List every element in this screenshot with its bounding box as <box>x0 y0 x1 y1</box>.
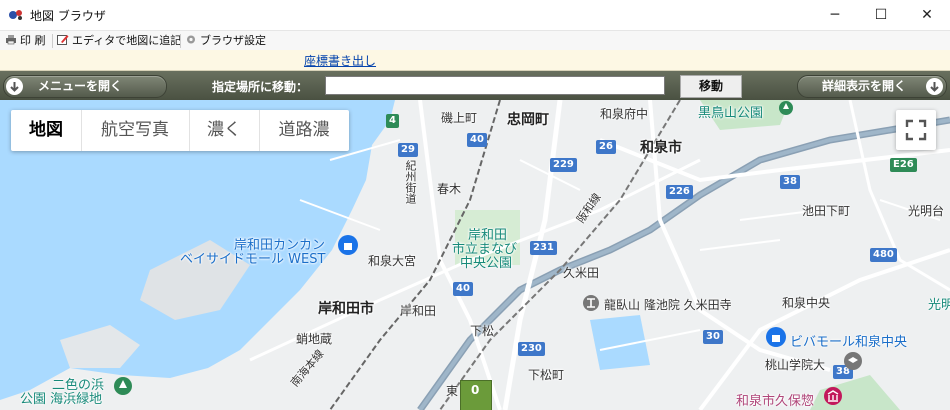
route-shield: 226 <box>666 185 693 199</box>
pegman-zoom-value: 0 <box>471 383 480 397</box>
open-details-label: 詳細表示を開く <box>822 79 907 93</box>
station-label: 和泉府中 <box>600 107 649 121</box>
park-label: 公園 海浜緑地 <box>20 392 103 407</box>
museum-icon <box>824 387 842 405</box>
map-type-roads[interactable]: 道路濃 <box>259 110 349 151</box>
route-shield: 29 <box>398 143 418 157</box>
place-label: 池田下町 <box>802 204 851 218</box>
place-label: 忠岡町 <box>507 112 549 128</box>
place-label: 光明台 <box>908 204 945 218</box>
arrow-down-circle-icon <box>926 78 943 95</box>
maximize-button[interactable]: ☐ <box>858 0 904 30</box>
route-shield: 40 <box>467 133 487 147</box>
route-shield: 230 <box>518 342 545 356</box>
window-title: 地図 ブラウザ <box>30 9 106 23</box>
road-label: 紀州街道 <box>404 160 417 204</box>
station-label: 和泉大宮 <box>368 254 417 268</box>
goto-label: 指定場所に移動： <box>212 80 309 94</box>
park-pin-icon <box>779 101 793 115</box>
toolbar-divider <box>180 34 181 48</box>
app-globe-icon <box>9 10 22 20</box>
route-shield: 30 <box>703 330 723 344</box>
fullscreen-icon <box>905 119 927 141</box>
station-label: 下松 <box>470 324 495 338</box>
add-to-editor-label: エディタで地図に追記 <box>72 34 182 47</box>
shopping-pin-icon <box>766 327 786 347</box>
school-icon <box>844 352 862 370</box>
title-bar: 地図 ブラウザ ─ ☐ ✕ <box>0 0 950 30</box>
export-coordinates-link[interactable]: 座標書き出し <box>304 52 376 69</box>
route-shield: 480 <box>870 248 897 262</box>
place-label: 下松町 <box>528 368 565 382</box>
map-type-dark[interactable]: 濃く <box>189 110 259 151</box>
poi-label: 和泉市久保惣 <box>736 394 815 409</box>
edit-icon <box>57 35 69 45</box>
station-label: 東 <box>446 384 459 398</box>
poi-label: ビバモール和泉中央 <box>790 335 908 350</box>
add-to-editor-button[interactable]: エディタで地図に追記 <box>57 33 181 49</box>
link-bar: 座標書き出し <box>0 50 950 71</box>
poi-label: 桃山学院大 <box>765 358 826 372</box>
station-label: 岸和田 <box>400 304 437 318</box>
poi-label: 龍臥山 隆池院 久米田寺 <box>604 298 732 312</box>
park-pin-icon <box>114 377 132 395</box>
station-label: 蛸地蔵 <box>296 332 333 346</box>
map-type-map[interactable]: 地図 <box>11 110 81 151</box>
minimize-button[interactable]: ─ <box>812 0 858 30</box>
open-menu-button[interactable]: メニューを開く <box>3 75 167 98</box>
map-type-control: 地図 航空写真 濃く 道路濃 <box>11 110 349 151</box>
map-canvas[interactable]: 地図 航空写真 濃く 道路濃 4 40 29 229 26 226 38 231… <box>0 100 950 410</box>
park-label: 中央公園 <box>460 256 513 271</box>
toolbar-divider <box>52 34 53 48</box>
route-shield: 231 <box>530 241 557 255</box>
print-label: 印 刷 <box>20 34 46 47</box>
temple-icon <box>583 295 599 311</box>
route-shield: 229 <box>550 158 577 172</box>
route-shield: 38 <box>780 175 800 189</box>
route-shield: 26 <box>596 140 616 154</box>
place-label: 岸和田市 <box>318 301 374 317</box>
map-type-aerial[interactable]: 航空写真 <box>81 110 189 151</box>
browser-settings-button[interactable]: ブラウザ設定 <box>185 33 266 49</box>
route-shield: 40 <box>453 282 473 296</box>
station-label: 和泉中央 <box>782 296 831 310</box>
route-shield: 4 <box>386 114 399 128</box>
place-label: 磯上町 <box>441 111 478 125</box>
toolbar: 印 刷 エディタで地図に追記 ブラウザ設定 <box>0 30 950 51</box>
place-label: 和泉市 <box>640 140 682 156</box>
park-label: 黒鳥山公園 <box>698 106 764 121</box>
close-button[interactable]: ✕ <box>904 0 950 30</box>
station-label: 久米田 <box>563 266 600 280</box>
goto-location-input[interactable] <box>325 76 665 95</box>
fullscreen-button[interactable] <box>896 110 936 150</box>
park-label: 光明 <box>928 298 950 313</box>
open-details-button[interactable]: 詳細表示を開く <box>797 75 947 98</box>
printer-icon <box>6 35 16 45</box>
print-button[interactable]: 印 刷 <box>5 33 46 49</box>
poi-label: ベイサイドモール WEST <box>180 252 326 267</box>
gear-icon <box>187 35 195 44</box>
browser-settings-label: ブラウザ設定 <box>200 34 266 47</box>
station-label: 春木 <box>437 182 462 196</box>
move-button[interactable]: 移動 <box>680 75 742 98</box>
navigation-bar: メニューを開く 指定場所に移動： 移動 詳細表示を開く <box>0 71 950 100</box>
street-view-pegman[interactable]: 0 <box>460 380 492 410</box>
route-shield: E26 <box>890 158 917 172</box>
open-menu-label: メニューを開く <box>38 79 123 93</box>
arrow-down-circle-icon <box>6 78 23 95</box>
shopping-pin-icon <box>338 235 358 255</box>
